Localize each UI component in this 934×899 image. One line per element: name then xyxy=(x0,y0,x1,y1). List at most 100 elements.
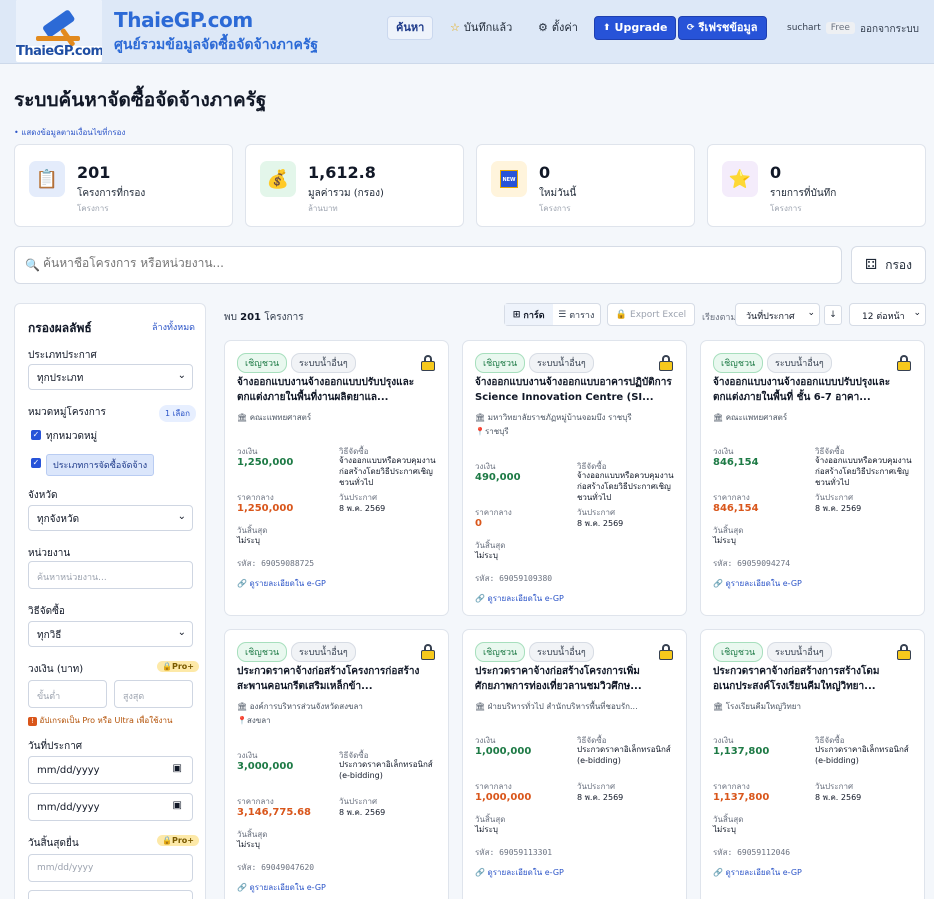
median-value: 1,137,800 xyxy=(713,792,770,803)
refresh-data-button[interactable]: ⟳ รีเฟรชข้อมูล xyxy=(678,16,767,40)
export-label: Export Excel xyxy=(630,309,687,320)
code-value: 69059112046 xyxy=(737,848,791,857)
building-icon: 🏛 xyxy=(237,413,248,422)
nav-saved-label: บันทึกแล้ว xyxy=(463,21,513,34)
egp-detail-link[interactable]: 🔗 ดูรายละเอียดใน e-GP xyxy=(475,866,564,879)
project-title[interactable]: จ้างออกแบบงานจ้างออกแบบอาคารปฏิบัติการ S… xyxy=(475,375,675,405)
project-title[interactable]: จ้างออกแบบงานจ้างออกแบบปรับปรุงและตกแต่ง… xyxy=(237,375,437,405)
category-all-checkbox[interactable]: ✓ xyxy=(31,430,41,440)
province-name: ราชบุรี xyxy=(484,427,509,436)
province-select[interactable]: ทุกจังหวัด ⌄ xyxy=(28,505,193,531)
nav-saved-button[interactable]: ☆ บันทึกแล้ว xyxy=(442,16,520,40)
clear-all-link[interactable]: ล้างทั้งหมด xyxy=(152,320,195,334)
code-value: 69059094274 xyxy=(737,559,791,568)
project-card[interactable]: เชิญชวน ระบบน้ำอื่นๆ จ้างออกแบบงานจ้างออ… xyxy=(224,340,449,616)
lock-icon[interactable] xyxy=(659,644,673,660)
filter-sidebar: กรองผลลัพธ์ ล้างทั้งหมด ประเภทประกาศ ทุก… xyxy=(14,303,206,899)
sort-select[interactable]: วันที่ประกาศ ⌄ xyxy=(735,303,820,326)
nav-settings-button[interactable]: ⚙ ตั้งค่า xyxy=(530,16,586,40)
lock-icon[interactable] xyxy=(421,355,435,371)
deadline-input-2[interactable] xyxy=(28,890,193,899)
project-code: รหัส: 69049047620 xyxy=(237,861,314,874)
project-org: 🏛 โรงเรียนคีมใหญ่วิทยา xyxy=(713,700,913,713)
view-toggle: ⊞ การ์ด ☰ ตาราง xyxy=(504,303,601,326)
project-title[interactable]: ประกวดราคาจ้างก่อสร้างโครงการก่อสร้างสะพ… xyxy=(237,664,437,694)
deadline-value: ไม่ระบุ xyxy=(475,825,498,834)
announce-value: 8 พ.ค. 2569 xyxy=(577,519,624,528)
category-tag: ระบบน้ำอื่นๆ xyxy=(767,642,832,662)
sort-direction-button[interactable]: ↓ xyxy=(824,305,842,325)
province-value: ทุกจังหวัด xyxy=(37,514,80,525)
deadline-input[interactable]: mm/dd/yyyy xyxy=(28,854,193,882)
logo-text: ThaieGP.com xyxy=(16,44,102,59)
chevron-down-icon: ⌄ xyxy=(807,308,815,318)
code-value: 69059088725 xyxy=(261,559,315,568)
budget-value: 846,154 xyxy=(713,457,759,468)
deadline-value: ไม่ระบุ xyxy=(237,840,260,849)
announce-date-from[interactable]: mm/dd/yyyy ▣ xyxy=(28,756,193,784)
stat-unit: โครงการ xyxy=(539,204,571,213)
stat-card-new: NEW 0 ใหม่วันนี้ โครงการ xyxy=(476,144,695,227)
lock-icon[interactable] xyxy=(897,355,911,371)
per-page-select[interactable]: 12 ต่อหน้า ⌄ xyxy=(849,303,926,326)
building-icon: 🏛 xyxy=(475,702,486,711)
budget-min-input[interactable]: ขั้นต่ำ xyxy=(28,680,107,708)
filter-button-label: กรอง xyxy=(885,257,912,272)
egp-detail-link[interactable]: 🔗 ดูรายละเอียดใน e-GP xyxy=(237,577,326,590)
project-card[interactable]: เชิญชวน ระบบน้ำอื่นๆ ประกวดราคาจ้างก่อสร… xyxy=(224,629,449,899)
logout-link[interactable]: ออกจากระบบ xyxy=(860,22,919,37)
building-icon: 🏛 xyxy=(237,702,248,711)
plan-badge: Free xyxy=(825,22,855,34)
filter-button[interactable]: ⚃ กรอง xyxy=(851,246,926,284)
lock-icon[interactable] xyxy=(897,644,911,660)
method-select[interactable]: ทุกวิธี ⌄ xyxy=(28,621,193,647)
deadline-label: วันสิ้นสุดยื่น xyxy=(28,838,79,849)
chevron-down-icon: ⌄ xyxy=(177,511,186,522)
logo[interactable]: ThaieGP.com xyxy=(16,0,102,62)
category-all-label: ทุกหมวดหมู่ xyxy=(46,431,98,442)
egp-detail-link[interactable]: 🔗 ดูรายละเอียดใน e-GP xyxy=(237,881,326,894)
lock-icon[interactable] xyxy=(659,355,673,371)
link-icon: 🔗 xyxy=(237,579,247,588)
org-name: คณะแพทยศาสตร์ xyxy=(249,413,312,422)
upgrade-note: ! อัปเกรดเป็น Pro หรือ Ultra เพื่อใช้งาน xyxy=(28,714,172,727)
category-chip-checkbox[interactable]: ✓ xyxy=(31,458,41,468)
project-title[interactable]: ประกวดราคาจ้างก่อสร้างการสร้างโดมอเนกประ… xyxy=(713,664,913,694)
status-tag: เชิญชวน xyxy=(713,642,764,662)
stat-card-saved: ⭐ 0 รายการที่บันทึก โครงการ xyxy=(707,144,926,227)
announce-type-select[interactable]: ทุกประเภท ⌄ xyxy=(28,364,193,390)
status-tag: เชิญชวน xyxy=(475,642,526,662)
project-code: รหัส: 69059112046 xyxy=(713,846,790,859)
budget-max-input[interactable]: สูงสุด xyxy=(114,680,193,708)
project-title[interactable]: ประกวดราคาจ้างก่อสร้างโครงการเพิ่มศักยภา… xyxy=(475,664,675,694)
category-chip[interactable]: ประเภทการจัดซื้อจัดจ้าง xyxy=(46,454,155,476)
search-input[interactable] xyxy=(43,256,823,270)
found-suffix: โครงการ xyxy=(264,312,304,323)
upgrade-icon: ⬆ xyxy=(603,23,611,33)
gavel-logo-icon xyxy=(16,0,102,47)
filter-grid-icon: ⚃ xyxy=(865,257,878,273)
view-card-button[interactable]: ⊞ การ์ด xyxy=(505,304,553,325)
project-card[interactable]: เชิญชวน ระบบน้ำอื่นๆ จ้างออกแบบงานจ้างออ… xyxy=(462,340,687,616)
announce-type-value: ทุกประเภท xyxy=(37,373,84,384)
project-card[interactable]: เชิญชวน ระบบน้ำอื่นๆ ประกวดราคาจ้างก่อสร… xyxy=(462,629,687,899)
project-title[interactable]: จ้างออกแบบงานจ้างออกแบบปรับปรุงและตกแต่ง… xyxy=(713,375,913,405)
export-excel-button[interactable]: 🔒 Export Excel xyxy=(607,303,695,326)
view-table-button[interactable]: ☰ ตาราง xyxy=(553,304,601,325)
nav-search-button[interactable]: ค้นหา xyxy=(387,16,434,40)
upgrade-button[interactable]: ⬆ Upgrade xyxy=(594,16,677,40)
money-bag-icon: 💰 xyxy=(260,161,296,197)
project-card[interactable]: เชิญชวน ระบบน้ำอื่นๆ ประกวดราคาจ้างก่อสร… xyxy=(700,629,925,899)
egp-detail-link[interactable]: 🔗 ดูรายละเอียดใน e-GP xyxy=(713,577,802,590)
code-prefix: รหัส: xyxy=(237,863,257,872)
project-card[interactable]: เชิญชวน ระบบน้ำอื่นๆ จ้างออกแบบงานจ้างออ… xyxy=(700,340,925,616)
clipboard-icon: 📋 xyxy=(29,161,65,197)
lock-icon[interactable] xyxy=(421,644,435,660)
egp-detail-link[interactable]: 🔗 ดูรายละเอียดใน e-GP xyxy=(713,866,802,879)
agency-input[interactable]: ค้นหาหน่วยงาน... xyxy=(28,561,193,589)
budget-value: 1,250,000 xyxy=(237,457,294,468)
egp-detail-link[interactable]: 🔗 ดูรายละเอียดใน e-GP xyxy=(475,592,564,605)
stat-card-projects: 📋 201 โครงการที่กรอง โครงการ xyxy=(14,144,233,227)
announce-date-to[interactable]: mm/dd/yyyy ▣ xyxy=(28,793,193,821)
category-tag: ระบบน้ำอื่นๆ xyxy=(291,642,356,662)
